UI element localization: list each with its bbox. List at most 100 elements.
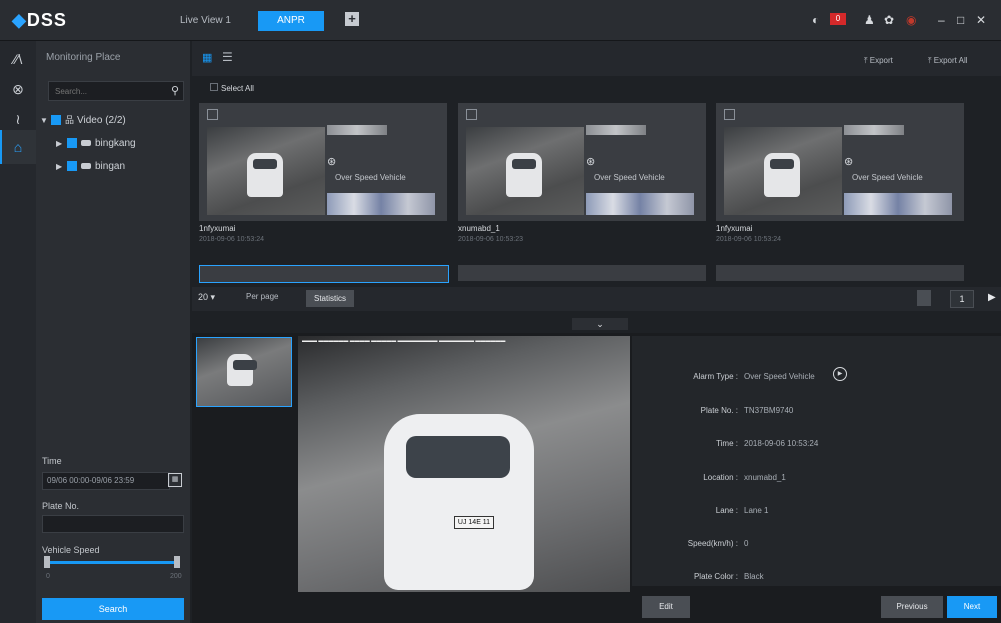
- tree-root[interactable]: ▼ 品 Video (2/2): [40, 113, 126, 127]
- export-label: Export: [869, 56, 893, 65]
- tree-checkbox[interactable]: [51, 115, 61, 126]
- chevron-down-icon: ▾: [210, 292, 216, 302]
- tree-checkbox[interactable]: [67, 161, 77, 172]
- speed-min-value: 0: [46, 573, 50, 580]
- capture-card[interactable]: ⊛ Over Speed Vehicle: [716, 103, 964, 221]
- blurred-info: [327, 125, 387, 135]
- road-icon[interactable]: ⁄⁄\: [9, 50, 27, 68]
- speed-label: Speed(km/h) :: [687, 539, 738, 548]
- search-icon[interactable]: ⚲: [171, 84, 179, 97]
- search-button[interactable]: Search: [42, 598, 184, 620]
- close-icon[interactable]: ✕: [976, 13, 986, 27]
- user-icon[interactable]: ♟: [864, 13, 875, 27]
- capture-image[interactable]: [466, 127, 584, 215]
- speed-violation-icon: ⊛: [844, 156, 854, 168]
- capture-location: 1nfyxumai: [199, 224, 236, 233]
- select-all-checkbox[interactable]: [210, 83, 218, 91]
- route-icon[interactable]: ≀: [9, 110, 27, 128]
- plate-number-input[interactable]: [42, 515, 184, 533]
- collapse-arrow-icon[interactable]: ▶: [56, 160, 64, 174]
- speed-slider-min-handle[interactable]: [44, 556, 50, 568]
- location-value: xnumabd_1: [744, 473, 786, 482]
- collapse-arrow-icon[interactable]: ▶: [56, 137, 64, 151]
- capture-location: 1nfyxumai: [716, 224, 753, 233]
- export-button[interactable]: ⤒ Export: [864, 56, 893, 66]
- capture-image[interactable]: [724, 127, 842, 215]
- prev-page-button[interactable]: [917, 290, 931, 306]
- card-checkbox[interactable]: [724, 109, 735, 120]
- top-bar: [0, 0, 1001, 41]
- capture-time: 2018-09-06 10:53:23: [458, 236, 523, 243]
- capture-card[interactable]: ⊛ Over Speed Vehicle: [458, 103, 706, 221]
- lane-value: Lane 1: [744, 506, 769, 515]
- grid-view-icon[interactable]: ▦: [202, 51, 214, 64]
- speed-slider-track[interactable]: [48, 561, 178, 564]
- list-view-icon[interactable]: ☰: [222, 50, 233, 64]
- tab-anpr[interactable]: ANPR: [258, 11, 324, 31]
- plate-no-value: TN37BM9740: [744, 406, 794, 415]
- alarm-type-label: Alarm Type :: [693, 372, 738, 381]
- capture-location: xnumabd_1: [458, 224, 500, 233]
- anpr-monitor-icon[interactable]: ⌂: [9, 138, 27, 156]
- steering-wheel-icon[interactable]: ⊗: [9, 80, 27, 98]
- capture-card-partial[interactable]: [199, 265, 449, 283]
- speed-slider-max-handle[interactable]: [174, 556, 180, 568]
- tree-item-bingkang[interactable]: ▶ bingkang: [56, 137, 136, 151]
- plate-crop-image: [586, 193, 694, 215]
- capture-card-partial[interactable]: [458, 265, 706, 281]
- statistics-button[interactable]: Statistics: [306, 290, 354, 307]
- per-page-select[interactable]: 20 ▾: [198, 292, 215, 303]
- settings-gear-icon[interactable]: ✿: [884, 13, 894, 27]
- alert-icon[interactable]: ◉: [906, 13, 916, 27]
- add-tab-button[interactable]: +: [345, 12, 359, 26]
- expand-arrow-icon[interactable]: ▼: [40, 114, 48, 128]
- alarm-count-badge[interactable]: 0: [830, 13, 846, 25]
- tree-root-label: Video (2/2): [77, 115, 126, 126]
- selected-thumbnail[interactable]: [196, 337, 292, 407]
- capture-image[interactable]: [207, 127, 325, 215]
- violation-type: Over Speed Vehicle: [852, 173, 923, 182]
- capture-card[interactable]: ⊛ Over Speed Vehicle: [199, 103, 447, 221]
- plate-crop-image: [327, 193, 435, 215]
- image-overlay-text: ▬▬▬ ▬▬▬▬▬▬ ▬▬▬▬ ▬▬▬▬▬ ▬▬▬▬▬▬▬▬ ▬▬▬▬▬▬▬ ▬…: [302, 338, 506, 344]
- left-rail: [0, 41, 36, 623]
- tree-item-bingan[interactable]: ▶ bingan: [56, 160, 125, 174]
- volume-icon[interactable]: ◐: [812, 13, 819, 27]
- capture-card-partial[interactable]: [716, 265, 964, 281]
- vehicle-image: [247, 153, 283, 197]
- device-icon: [81, 163, 91, 170]
- maximize-icon[interactable]: □: [957, 13, 964, 27]
- logo-mark-icon: ◆: [12, 10, 27, 30]
- search-box: ⚲: [48, 81, 184, 101]
- plate-crop-image: [844, 193, 952, 215]
- plate-label: Plate No.: [42, 501, 80, 511]
- card-checkbox[interactable]: [466, 109, 477, 120]
- speed-label: Vehicle Speed: [42, 545, 100, 555]
- export-all-button[interactable]: ⤒ Export All: [928, 56, 968, 66]
- capture-time: 2018-09-06 10:53:24: [716, 236, 781, 243]
- tab-live-view-1[interactable]: Live View 1: [168, 11, 243, 31]
- time-range-field[interactable]: 09/06 00:00-09/06 23:59: [42, 472, 170, 490]
- lane-label: Lane :: [715, 506, 738, 515]
- search-input[interactable]: [49, 82, 155, 100]
- collapse-panel-icon[interactable]: ⌄: [572, 318, 628, 330]
- device-icon: [81, 140, 91, 147]
- minimize-icon[interactable]: –: [938, 13, 945, 27]
- location-label: Location :: [703, 473, 738, 482]
- play-icon[interactable]: ▶: [833, 367, 847, 381]
- select-all[interactable]: Select All: [210, 83, 254, 93]
- previous-button[interactable]: Previous: [881, 596, 943, 618]
- page-number-input[interactable]: 1: [950, 290, 974, 308]
- blurred-info: [844, 125, 904, 135]
- next-page-icon[interactable]: ▶: [988, 292, 996, 303]
- tree-checkbox[interactable]: [67, 138, 77, 149]
- vehicle-image: [764, 153, 800, 197]
- alarm-type-value: Over Speed Vehicle: [744, 372, 815, 381]
- speed-violation-icon: ⊛: [327, 156, 337, 168]
- plate-no-label: Plate No. :: [700, 406, 738, 415]
- next-button[interactable]: Next: [947, 596, 997, 618]
- edit-button[interactable]: Edit: [642, 596, 690, 618]
- card-checkbox[interactable]: [207, 109, 218, 120]
- violation-type: Over Speed Vehicle: [335, 173, 406, 182]
- calendar-icon[interactable]: ▦: [168, 473, 182, 487]
